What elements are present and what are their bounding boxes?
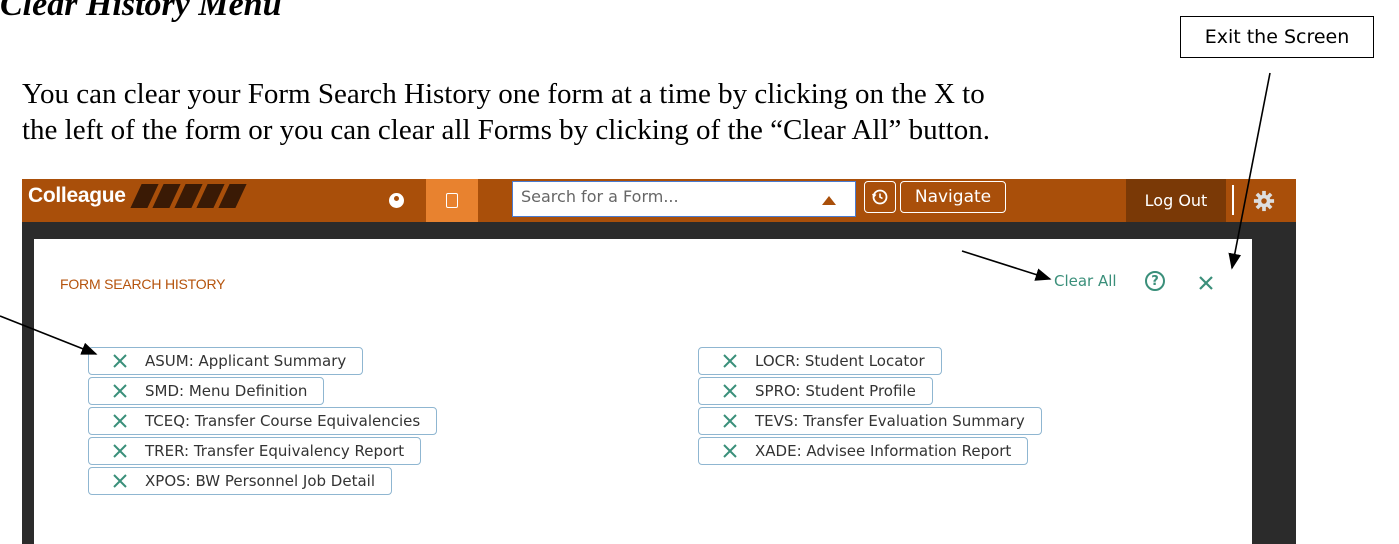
paragraph-line-2: the left of the form or you can clear al… <box>22 114 990 146</box>
remove-item-icon[interactable] <box>111 412 129 430</box>
form-search-history-panel: FORM SEARCH HISTORY Clear All ? ASUM: Ap… <box>34 239 1252 544</box>
history-item-label: ASUM: Applicant Summary <box>145 352 347 370</box>
exit-screen-callout: Exit the Screen <box>1180 16 1374 58</box>
history-item[interactable]: SMD: Menu Definition <box>88 377 325 405</box>
remove-item-icon[interactable] <box>111 472 129 490</box>
remove-item-icon[interactable] <box>721 442 739 460</box>
user-icon <box>388 193 404 208</box>
close-icon[interactable] <box>1196 273 1216 293</box>
history-button[interactable] <box>864 181 896 213</box>
history-item-label: TCEQ: Transfer Course Equivalencies <box>145 412 421 430</box>
history-item[interactable]: TEVS: Transfer Evaluation Summary <box>698 407 1042 435</box>
history-item-label: TRER: Transfer Equivalency Report <box>145 442 405 460</box>
history-item-label: SPRO: Student Profile <box>755 382 916 400</box>
history-item-label: XPOS: BW Personnel Job Detail <box>145 472 375 490</box>
panel-title: FORM SEARCH HISTORY <box>60 276 226 292</box>
remove-item-icon[interactable] <box>721 382 739 400</box>
history-item[interactable]: SPRO: Student Profile <box>698 377 933 405</box>
settings-button[interactable] <box>1240 179 1288 222</box>
user-profile-button[interactable] <box>372 179 420 222</box>
remove-item-icon[interactable] <box>111 352 129 370</box>
top-bar: Colleague Search for a Form... Navigate … <box>22 179 1296 222</box>
history-item[interactable]: ASUM: Applicant Summary <box>88 347 364 375</box>
paragraph-line-1: You can clear your Form Search History o… <box>22 78 985 110</box>
history-item[interactable]: XPOS: BW Personnel Job Detail <box>88 467 392 495</box>
form-mode-button[interactable] <box>426 179 478 222</box>
history-item-label: XADE: Advisee Information Report <box>755 442 1012 460</box>
instruction-paragraph: You can clear your Form Search History o… <box>22 76 1399 148</box>
history-item[interactable]: TCEQ: Transfer Course Equivalencies <box>88 407 438 435</box>
history-item[interactable]: XADE: Advisee Information Report <box>698 437 1029 465</box>
history-item-label: LOCR: Student Locator <box>755 352 925 370</box>
gear-icon <box>1253 190 1275 211</box>
history-item-label: TEVS: Transfer Evaluation Summary <box>755 412 1025 430</box>
colleague-logo: Colleague <box>28 181 247 211</box>
history-item[interactable]: LOCR: Student Locator <box>698 347 942 375</box>
logo-stripes <box>130 184 247 208</box>
remove-item-icon[interactable] <box>111 382 129 400</box>
help-icon[interactable]: ? <box>1145 271 1165 291</box>
page-title: Clear History Menu <box>0 0 282 23</box>
logout-button[interactable]: Log Out <box>1126 179 1226 222</box>
remove-item-icon[interactable] <box>721 412 739 430</box>
remove-item-icon[interactable] <box>111 442 129 460</box>
app-screenshot: Colleague Search for a Form... Navigate … <box>22 179 1296 544</box>
history-item[interactable]: TRER: Transfer Equivalency Report <box>88 437 422 465</box>
caret-up-icon[interactable] <box>822 196 836 205</box>
divider <box>1232 185 1234 215</box>
history-icon <box>872 189 888 205</box>
document-icon <box>446 193 458 208</box>
logo-text: Colleague <box>28 184 126 207</box>
navigate-button[interactable]: Navigate <box>900 181 1006 213</box>
history-item-label: SMD: Menu Definition <box>145 382 308 400</box>
remove-item-icon[interactable] <box>721 352 739 370</box>
form-search-input[interactable]: Search for a Form... <box>512 181 856 217</box>
clear-all-button[interactable]: Clear All <box>1054 272 1117 290</box>
